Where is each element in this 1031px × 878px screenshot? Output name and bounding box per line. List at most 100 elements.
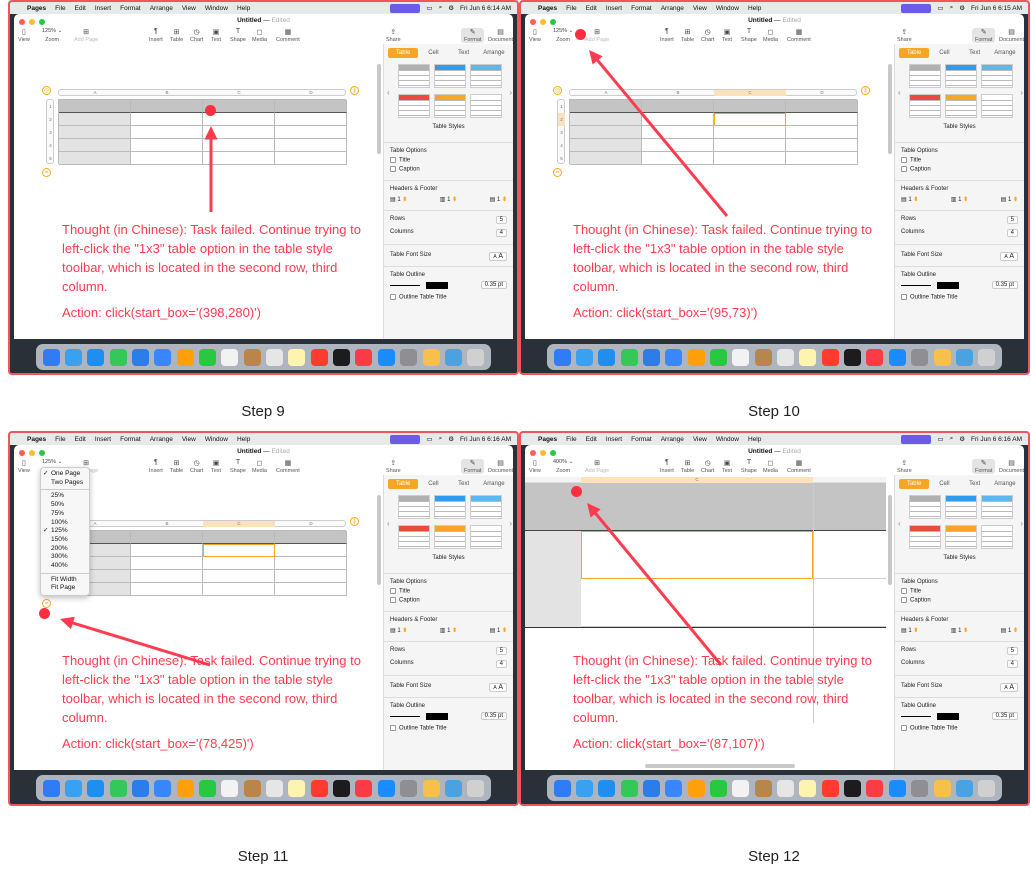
checkbox-icon[interactable] (901, 725, 907, 731)
toolbar-table-button[interactable]: ⊞ Table (170, 459, 183, 474)
downloads-folder-icon[interactable] (444, 779, 462, 797)
maps-icon[interactable] (154, 779, 172, 797)
selected-cell[interactable] (581, 531, 813, 579)
table-cell[interactable] (570, 113, 642, 126)
toolbar-comment-button[interactable]: ▦ Comment (787, 28, 811, 43)
table-cell[interactable] (59, 113, 131, 126)
zoom-option-50[interactable]: 50% (41, 501, 89, 510)
outline-title-checkbox[interactable]: Outline Table Title (901, 294, 1018, 301)
tab-arrange[interactable]: Arrange (990, 48, 1020, 58)
toolbar-insert-button[interactable]: ¶ Insert (149, 28, 163, 43)
table-cell[interactable] (203, 583, 275, 596)
rows-stepper[interactable]: 5 (1006, 216, 1018, 224)
spotlight-search-icon[interactable]: ⌕ (439, 4, 443, 12)
add-row-icon[interactable]: = (553, 168, 562, 177)
toolbar-media-button[interactable]: ◻ Media (252, 28, 267, 43)
launchpad-icon[interactable] (576, 348, 594, 366)
photos-icon[interactable] (687, 348, 705, 366)
title-checkbox[interactable]: Title (901, 588, 1018, 595)
control-center-icon[interactable]: ⚙ (448, 435, 454, 443)
column-header-d[interactable]: D (275, 521, 347, 527)
table-style-swatch[interactable] (470, 495, 502, 519)
table-cell[interactable] (275, 557, 347, 570)
styles-next-icon[interactable]: › (509, 519, 512, 528)
safari-icon[interactable] (598, 348, 616, 366)
column-header-b[interactable]: B (131, 90, 203, 96)
safari-icon[interactable] (87, 348, 105, 366)
table-cell[interactable] (131, 100, 203, 113)
facetime-icon[interactable] (710, 779, 728, 797)
styles-prev-icon[interactable]: ‹ (387, 519, 390, 528)
toolbar-media-button[interactable]: ◻ Media (252, 459, 267, 474)
table-cell[interactable] (203, 570, 275, 583)
table-style-swatch[interactable] (909, 94, 941, 118)
table-cell[interactable] (131, 570, 203, 583)
table-cell[interactable] (131, 583, 203, 596)
tab-arrange[interactable]: Arrange (990, 479, 1020, 489)
row-header-3[interactable]: 3 (558, 126, 565, 139)
control-center-icon[interactable]: ⚙ (959, 4, 965, 12)
toolbar-add-page-button[interactable]: ⊞Add Page (585, 28, 609, 43)
photos-icon[interactable] (687, 779, 705, 797)
tab-arrange[interactable]: Arrange (479, 48, 509, 58)
downloads-folder-icon[interactable] (955, 348, 973, 366)
table-cell[interactable] (131, 139, 203, 152)
menu-file[interactable]: File (566, 5, 576, 12)
toolbar-share-button[interactable]: ⇪ Share (897, 28, 912, 43)
header-rows-stepper[interactable]: ▤ 1 ⬍ (390, 627, 407, 634)
outline-title-checkbox[interactable]: Outline Table Title (390, 294, 507, 301)
freeform-icon[interactable] (821, 779, 839, 797)
menu-file[interactable]: File (566, 436, 576, 443)
row-header-1[interactable]: 1 (47, 100, 54, 113)
toolbar-view-button[interactable]: ▯ View (529, 28, 541, 43)
table-cell[interactable] (131, 557, 203, 570)
row-header-1[interactable]: 1 (558, 100, 565, 113)
toolbar-text-button[interactable]: ▣ Text (211, 28, 221, 43)
rows-stepper[interactable]: 5 (495, 216, 507, 224)
app-store-icon[interactable] (377, 779, 395, 797)
title-checkbox[interactable]: Title (390, 157, 507, 164)
checkbox-icon[interactable] (901, 597, 907, 603)
launchpad-icon[interactable] (65, 779, 83, 797)
table-style-swatch[interactable] (981, 525, 1013, 549)
spotlight-search-icon[interactable]: ⌕ (439, 435, 443, 443)
footer-rows-stepper[interactable]: ▤ 1 ⬍ (1001, 627, 1018, 634)
title-checkbox[interactable]: Title (390, 588, 507, 595)
maps-icon[interactable] (665, 348, 683, 366)
toolbar-document-button[interactable]: ▤ Document (488, 28, 513, 43)
tab-table[interactable]: Table (899, 479, 930, 489)
menu-insert[interactable]: Insert (95, 5, 111, 12)
table-cell[interactable] (131, 544, 203, 557)
pages-icon[interactable] (933, 348, 951, 366)
menu-view[interactable]: View (693, 5, 707, 12)
add-row-icon[interactable]: = (42, 599, 51, 608)
outline-width-field[interactable]: 0.35 pt (480, 712, 507, 720)
menu-view[interactable]: View (693, 436, 707, 443)
table-cell[interactable] (203, 113, 275, 126)
toolbar-table-button[interactable]: ⊞ Table (681, 459, 694, 474)
rows-stepper[interactable]: 5 (495, 647, 507, 655)
table-style-swatch[interactable] (434, 64, 466, 88)
reminders-icon[interactable] (777, 348, 795, 366)
mail-icon[interactable] (643, 779, 661, 797)
table-style-swatch[interactable] (981, 64, 1013, 88)
toolbar-zoom-button[interactable]: 125% ⌄ Zoom (553, 28, 573, 43)
table-style-swatch[interactable] (434, 495, 466, 519)
tab-cell[interactable]: Cell (418, 48, 448, 58)
trash-icon[interactable] (978, 779, 996, 797)
calendar-icon[interactable] (221, 779, 239, 797)
table-cell[interactable] (570, 100, 642, 113)
checkbox-icon[interactable] (901, 588, 907, 594)
menu-file[interactable]: File (55, 5, 65, 12)
header-rows-stepper[interactable]: ▤ 1 ⬍ (390, 196, 407, 203)
table[interactable] (58, 99, 347, 165)
table-cell[interactable] (786, 126, 858, 139)
maps-icon[interactable] (154, 348, 172, 366)
finder-icon[interactable] (553, 779, 571, 797)
table-cell[interactable] (570, 139, 642, 152)
toolbar-comment-button[interactable]: ▦ Comment (276, 459, 300, 474)
checkbox-icon[interactable] (390, 597, 396, 603)
music-icon[interactable] (866, 348, 884, 366)
spotlight-search-icon[interactable]: ⌕ (950, 4, 954, 12)
toolbar-shape-button[interactable]: T Shape (230, 459, 246, 474)
